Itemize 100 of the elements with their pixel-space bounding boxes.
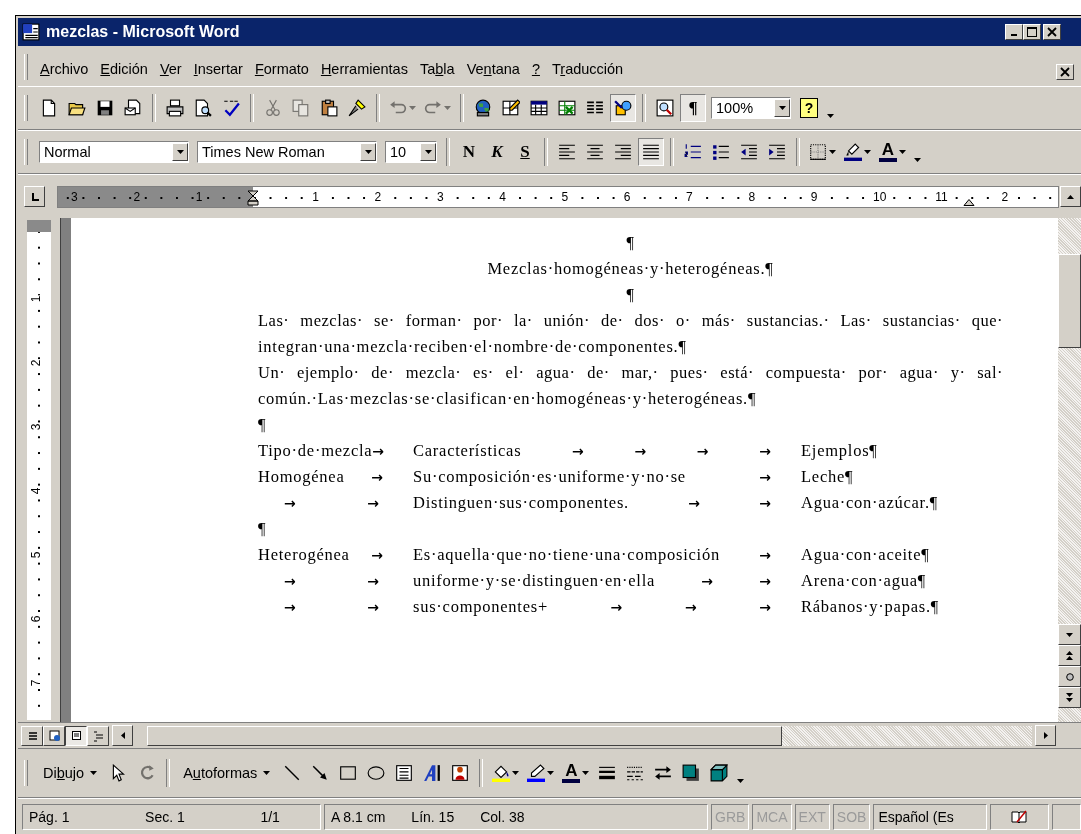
dropdown-arrow-icon	[444, 106, 451, 110]
help-button[interactable]: ?	[796, 94, 822, 122]
menu-item[interactable]: Insertar	[187, 58, 249, 80]
previous-page-button[interactable]	[1058, 645, 1081, 666]
dropdown-arrow-icon	[547, 771, 555, 775]
mode-indicator: GRB	[711, 803, 750, 830]
show-hide-button[interactable]: ¶	[680, 94, 706, 122]
menu-item[interactable]: Traducción	[545, 58, 630, 80]
text-line: ¶	[626, 284, 635, 306]
language-indicator: Español (Es	[873, 803, 987, 830]
scissors-icon	[264, 99, 282, 117]
text-line: Arena·con·agua¶	[801, 570, 926, 592]
menu-button[interactable]: Dibujo	[36, 759, 105, 787]
caret-icon	[90, 771, 98, 775]
outline-icon	[92, 729, 104, 742]
text-line: Características	[413, 440, 522, 462]
menu-item[interactable]: Tabla	[413, 58, 461, 80]
zoom-dropdown[interactable]: 100%	[711, 97, 791, 119]
arrow-icon	[311, 764, 330, 782]
tab-mark: →	[284, 572, 296, 591]
right-indent-marker-icon	[963, 197, 976, 207]
menu-item[interactable]: Archivo	[34, 58, 95, 80]
text-line: uniforme·y·se·distinguen·en·ella	[413, 570, 656, 592]
paint-bucket-icon	[492, 764, 511, 782]
scroll-thumb[interactable]	[147, 725, 782, 746]
ruler-number: 5	[30, 551, 43, 559]
font-color-button[interactable]: A	[876, 138, 909, 166]
justify-button[interactable]	[638, 138, 664, 166]
web-layout-button[interactable]	[43, 725, 65, 746]
menu-button[interactable]: Autoformas	[176, 759, 278, 787]
checkmark-icon	[222, 99, 240, 117]
bold-button[interactable]: N	[456, 138, 482, 166]
menu-item[interactable]: Herramientas	[314, 58, 414, 80]
tab-mark: →	[759, 546, 771, 565]
font-dropdown[interactable]: Times New Roman	[197, 141, 377, 163]
tab-mark: →	[688, 494, 700, 513]
dash-style-icon	[626, 764, 645, 782]
status-text: A 8.1 cm	[330, 808, 386, 825]
font-size-dropdown[interactable]: 10	[385, 141, 437, 163]
shadow-icon	[682, 764, 701, 782]
drawing-button[interactable]	[610, 94, 636, 122]
line-weights-icon	[598, 764, 617, 782]
print-layout-button[interactable]	[65, 725, 87, 746]
next-page-button[interactable]	[1058, 687, 1081, 708]
shapes-icon	[614, 99, 632, 117]
menu-item[interactable]: Ventana	[460, 58, 526, 80]
maximize-button[interactable]	[1023, 24, 1041, 40]
outline-view-button[interactable]	[87, 725, 109, 746]
tab-mark: →	[371, 468, 383, 487]
scroll-up-button[interactable]	[1060, 186, 1081, 207]
increase-indent-icon	[768, 143, 786, 161]
left-arrow-icon	[120, 732, 125, 739]
tab-mark: →	[372, 442, 385, 459]
tab-mark: →	[367, 598, 379, 617]
tab-selector-button[interactable]	[24, 186, 45, 207]
align-left-icon	[558, 143, 576, 161]
style-dropdown[interactable]: Normal	[39, 141, 189, 163]
text-line: ¶	[258, 518, 267, 540]
copy-icon	[292, 99, 310, 117]
wordart-icon	[423, 764, 442, 782]
table-icon	[530, 99, 548, 117]
text-line: Homogénea	[258, 466, 345, 488]
scroll-thumb[interactable]	[1058, 254, 1081, 348]
text-line: ¶	[626, 232, 635, 254]
line-icon	[283, 764, 302, 782]
ruler-number: 2	[30, 359, 43, 367]
close-document-button[interactable]	[1056, 64, 1074, 80]
page-icon	[70, 729, 82, 742]
text-line: Agua·con·azúcar.¶	[801, 492, 939, 514]
magnifier-page-icon	[194, 99, 212, 117]
tab-mark: →	[371, 546, 383, 565]
font-color-button[interactable]: A	[559, 759, 593, 787]
menu-item[interactable]: ?	[525, 58, 546, 80]
double-down-arrow-icon	[1066, 693, 1073, 702]
menu-item[interactable]: Ver	[153, 58, 188, 80]
right-arrow-icon	[1043, 732, 1048, 739]
oval-icon	[367, 764, 386, 782]
chevron-icon	[827, 114, 834, 118]
status-panel	[1052, 803, 1081, 830]
paintbrush-icon	[348, 99, 366, 117]
normal-view-button[interactable]	[21, 725, 43, 746]
scroll-left-button[interactable]	[112, 725, 133, 746]
scroll-down-button[interactable]	[1058, 624, 1081, 645]
minimize-button[interactable]	[1005, 24, 1023, 40]
close-button[interactable]	[1043, 24, 1061, 40]
arrow-style-icon	[654, 764, 673, 782]
cube-icon	[710, 764, 729, 782]
menu-item[interactable]: Formato	[248, 58, 315, 80]
magnifier-page-icon	[656, 99, 674, 117]
italic-button[interactable]: K	[484, 138, 510, 166]
scroll-right-button[interactable]	[1035, 725, 1056, 746]
menu-item[interactable]: Edición	[94, 58, 154, 80]
text-line: Heterogénea	[258, 544, 350, 566]
globe-page-icon	[48, 729, 60, 742]
select-browse-object-button[interactable]	[1058, 666, 1081, 687]
text-line: Rábanos·y·papas.¶	[801, 596, 939, 618]
chevron-icon	[737, 779, 745, 783]
dropdown-arrow-icon	[364, 150, 372, 154]
mode-indicator: SOB	[832, 803, 871, 830]
underline-button[interactable]: S	[512, 138, 538, 166]
